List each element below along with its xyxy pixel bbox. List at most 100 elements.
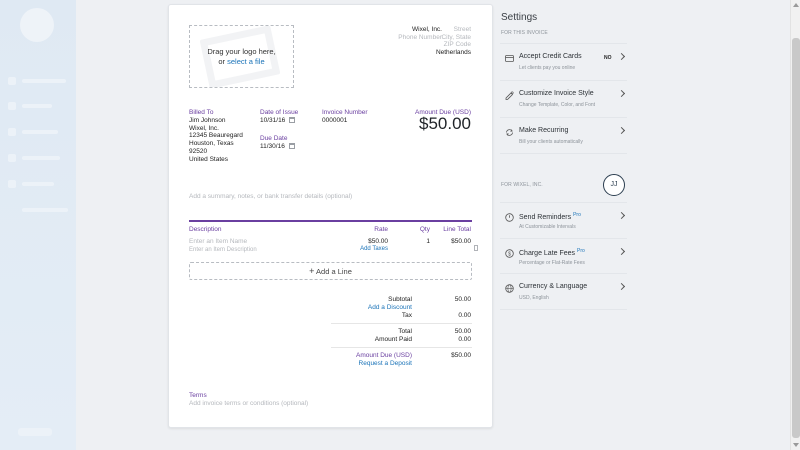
customize-invoice-style-item[interactable]: Customize Invoice Style Change Template,… [500,80,627,117]
scroll-thumb[interactable] [792,38,800,438]
total-value: 50.00 [454,328,471,335]
company-name[interactable]: Wixel, Inc. [412,26,442,33]
subtotal-value: 50.00 [454,296,471,303]
globe-icon [505,284,514,293]
amount-paid-value: 0.00 [458,336,471,343]
company-street-field[interactable]: Street [454,26,471,33]
item-subtitle: Bill your clients automatically [519,139,583,145]
chevron-right-icon [617,89,626,98]
invoice-document: Drag your logo here, or select a file Wi… [168,4,493,428]
col-qty: Qty [419,226,430,233]
company-zip-field[interactable]: ZIP Code [444,41,471,48]
sidebar-logo [18,428,52,436]
make-recurring-item[interactable]: Make Recurring Bill your clients automat… [500,117,627,154]
add-line-button[interactable]: + Add a Line [189,262,472,280]
svg-text:$: $ [508,251,511,257]
chevron-right-icon [617,282,626,291]
calendar-icon[interactable] [288,143,295,149]
tax-label: Tax [401,312,412,319]
company-country[interactable]: Netherlands [436,49,471,56]
invoice-number-field[interactable]: 0000001 [322,117,347,124]
totals-divider [331,323,472,324]
add-discount-link[interactable]: Add a Discount [368,304,412,311]
dollar-icon: $ [505,249,514,258]
scroll-down-arrow-icon[interactable] [793,443,799,447]
subtotal-label: Subtotal [388,296,412,303]
item-subtitle: Percentage or Flat-Rate Fees [519,260,585,266]
section-this-invoice: FOR THIS INVOICE [501,30,548,36]
left-sidebar [0,0,76,450]
chevron-right-icon [617,247,626,256]
table-header-rule [189,220,472,222]
plus-icon: + [309,266,315,276]
send-reminders-item[interactable]: Send Reminders Pro At Customizable Inter… [500,202,627,238]
sidebar-item[interactable] [8,179,54,189]
item-subtitle: Change Template, Color, and Font [519,102,596,108]
credit-card-icon [505,54,514,63]
item-subtitle: USD, English [519,295,549,301]
accept-credit-cards-item[interactable]: Accept Credit Cards Let clients pay you … [500,43,627,80]
amount-due-total-value: $50.00 [451,352,471,359]
terms-label: Terms [189,392,207,399]
amount-due-total-label: Amount Due (USD) [356,352,412,359]
item-title: Send Reminders Pro [519,212,581,221]
date-of-issue-label: Date of Issue [260,109,299,116]
calendar-icon[interactable] [289,117,296,123]
item-name-field[interactable]: Enter an Item Name [189,238,247,245]
chevron-right-icon [617,52,626,61]
col-description: Description [189,226,222,233]
sidebar-item[interactable] [8,127,58,137]
total-label: Total [398,328,412,335]
item-description-field[interactable]: Enter an Item Description [189,247,257,253]
scrollbar[interactable] [790,0,800,450]
add-taxes-link[interactable]: Add Taxes [360,246,388,252]
palette-icon [505,91,514,100]
due-date-label: Due Date [260,135,288,142]
pro-badge: Pro [573,212,581,218]
charge-late-fees-item[interactable]: $ Charge Late Fees Pro Percentage or Fla… [500,238,627,273]
item-line-total: $50.00 [451,238,471,245]
request-deposit-link[interactable]: Request a Deposit [359,360,412,367]
sidebar-item[interactable] [8,76,66,86]
currency-language-item[interactable]: Currency & Language USD, English [500,273,627,310]
tax-value: 0.00 [458,312,471,319]
company-phone-field[interactable]: Phone Number [398,34,442,41]
settings-title: Settings [501,12,538,23]
sidebar-item[interactable] [8,205,68,215]
company-city-field[interactable]: City, State [441,34,471,41]
terms-field[interactable]: Add invoice terms or conditions (optiona… [189,400,308,407]
status-badge: NO [604,55,612,61]
invoice-number-label: Invoice Number [322,109,368,116]
section-company: FOR WIXEL, INC. [501,182,543,188]
logo-dropzone-text: Drag your logo here, or select a file [207,47,276,66]
item-qty-field[interactable]: 1 [426,238,430,245]
trash-icon[interactable] [474,238,478,256]
item-rate-field[interactable]: $50.00 [368,238,388,245]
item-title: Currency & Language [519,283,588,290]
sidebar-item[interactable] [8,101,52,111]
totals-divider [331,347,472,348]
item-title: Accept Credit Cards [519,53,582,60]
col-rate: Rate [374,226,388,233]
due-date-field[interactable]: 11/30/16 [260,143,295,150]
item-subtitle: Let clients pay you online [519,65,576,71]
billed-to-address[interactable]: Jim Johnson Wixel, Inc. 12345 Beauregard… [189,117,243,163]
settings-panel: Settings FOR THIS INVOICE Accept Credit … [500,0,627,450]
col-line-total: Line Total [443,226,471,233]
date-of-issue-field[interactable]: 10/31/16 [260,117,296,124]
amount-due-value: $50.00 [419,114,471,133]
select-file-link[interactable]: select a file [227,57,265,66]
chevron-right-icon [617,211,626,220]
logo-dropzone[interactable]: Drag your logo here, or select a file [189,25,294,88]
item-title: Charge Late Fees Pro [519,248,585,257]
scroll-up-arrow-icon[interactable] [793,3,799,7]
item-subtitle: At Customizable Intervals [519,224,576,230]
item-title: Customize Invoice Style [519,90,594,97]
chevron-right-icon [617,126,626,135]
sidebar-avatar[interactable] [20,8,54,42]
clock-icon [505,213,514,222]
avatar[interactable]: JJ [603,174,625,196]
amount-paid-label: Amount Paid [374,336,412,343]
sidebar-item[interactable] [8,153,60,163]
summary-field[interactable]: Add a summary, notes, or bank transfer d… [189,193,352,200]
